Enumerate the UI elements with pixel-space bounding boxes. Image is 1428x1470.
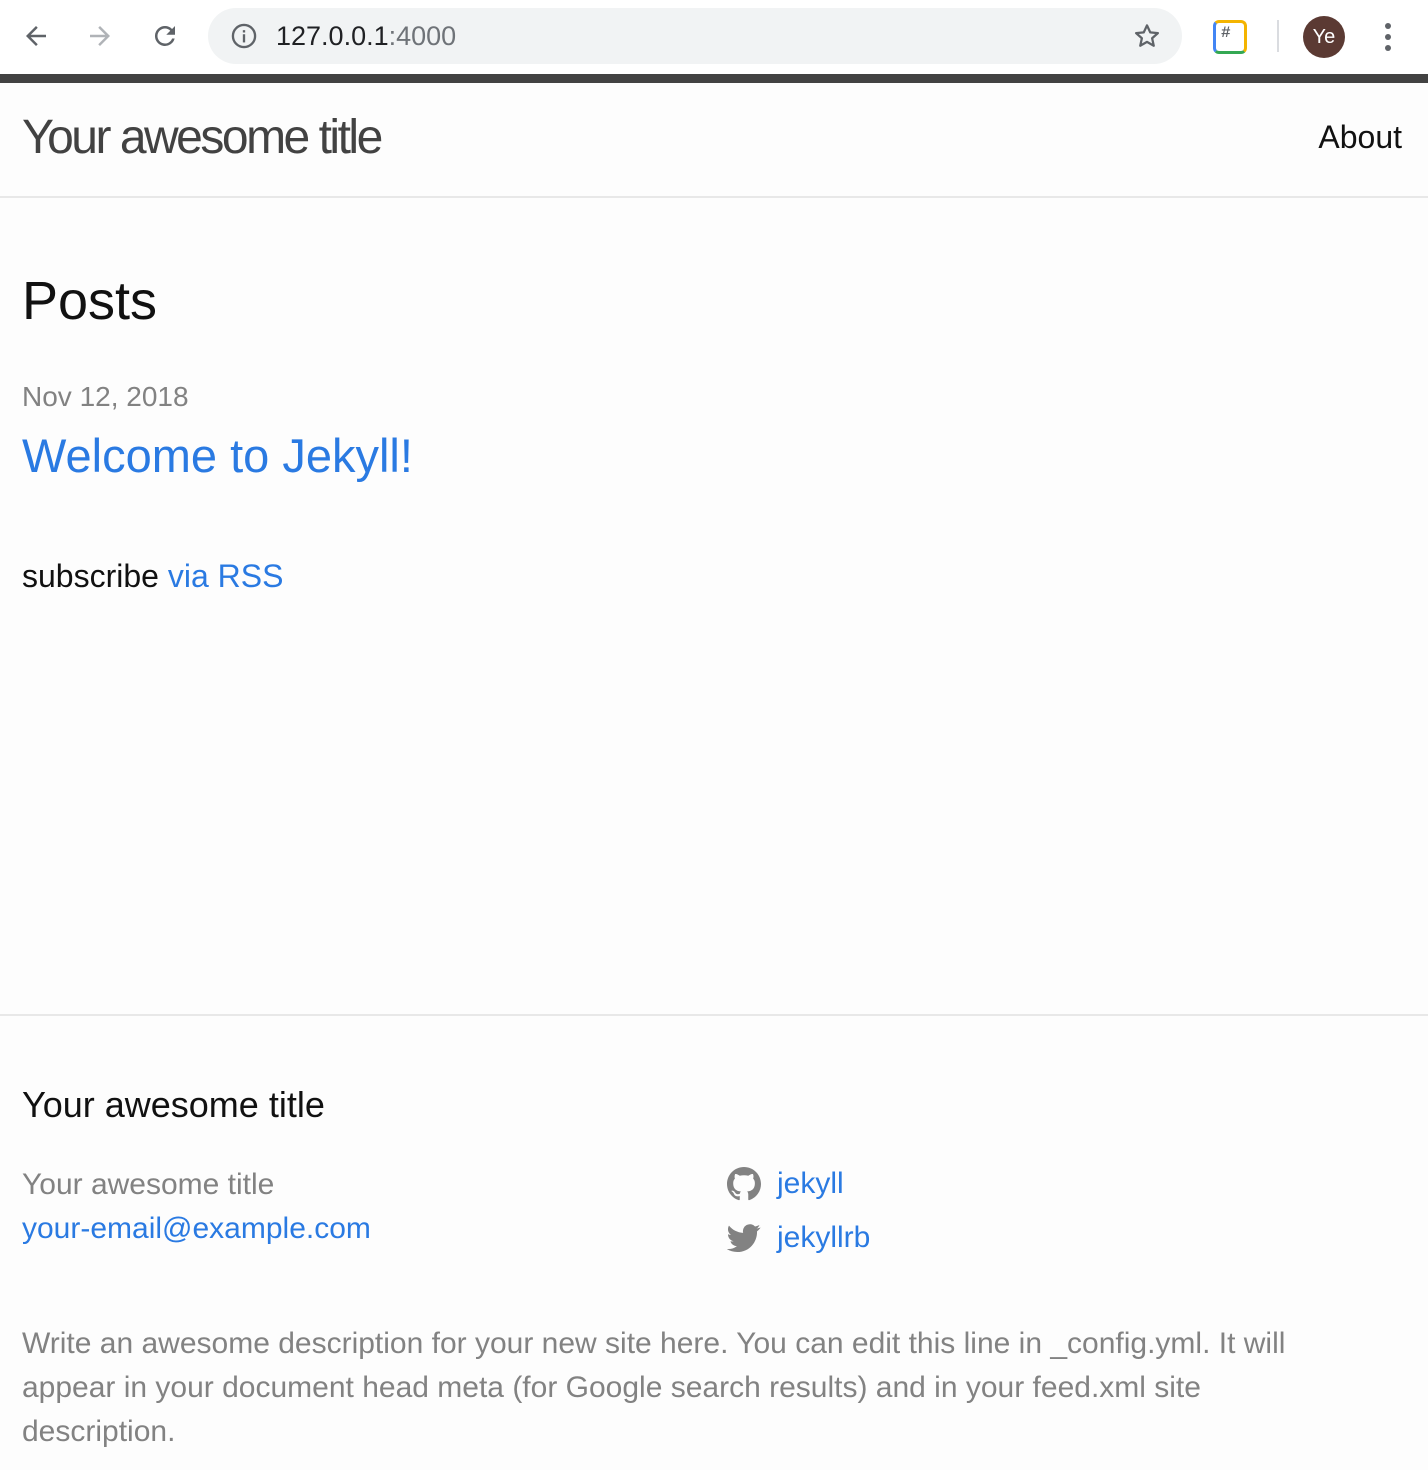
url-port: :4000 <box>388 21 457 51</box>
reload-icon <box>154 25 175 46</box>
twitter-icon <box>727 1224 761 1253</box>
nav-link-about[interactable]: About <box>1318 119 1402 156</box>
social-link-twitter[interactable]: jekyllrb <box>727 1218 870 1258</box>
site-description: Write an awesome description for your ne… <box>22 1327 1286 1448</box>
url-text[interactable]: 127.0.0.1:4000 <box>276 8 456 64</box>
url-host: 127.0.0.1 <box>276 21 389 51</box>
star-icon[interactable] <box>1132 21 1162 51</box>
site-footer: Your awesome title Your awesome title yo… <box>0 1014 1428 1470</box>
arrow-left-icon <box>26 26 46 46</box>
address-bar[interactable]: 127.0.0.1:4000 <box>208 8 1182 64</box>
arrow-right-icon <box>90 26 110 46</box>
rss-link[interactable]: via RSS <box>168 558 284 594</box>
info-icon[interactable] <box>230 22 258 50</box>
rss-subscribe: subscribe via RSS <box>22 558 283 595</box>
forward-button[interactable] <box>80 16 120 56</box>
rss-prefix: subscribe <box>22 558 159 594</box>
site-header: Your awesome title About <box>0 83 1428 198</box>
browser-menu-button[interactable] <box>1372 18 1404 56</box>
site-accent-bar <box>0 74 1428 83</box>
twitter-username: jekyllrb <box>777 1221 871 1254</box>
social-link-github[interactable]: jekyll <box>727 1164 844 1204</box>
browser-toolbar: 127.0.0.1:4000 # Ye <box>0 0 1428 74</box>
profile-avatar[interactable]: Ye <box>1303 16 1345 58</box>
post-date: Nov 12, 2018 <box>22 381 189 412</box>
kebab-menu-icon <box>1385 23 1391 51</box>
footer-heading: Your awesome title <box>22 1084 325 1125</box>
github-icon <box>727 1167 761 1201</box>
post-title-link[interactable]: Welcome to Jekyll! <box>22 428 413 483</box>
toolbar-divider <box>1277 20 1279 52</box>
extension-icon[interactable]: # <box>1213 20 1247 54</box>
posts-heading: Posts <box>22 271 158 331</box>
back-button[interactable] <box>16 16 56 56</box>
footer-email-link[interactable]: your-email@example.com <box>22 1212 371 1246</box>
github-username: jekyll <box>777 1167 844 1200</box>
reload-button[interactable] <box>145 16 185 56</box>
footer-site-name: Your awesome title <box>22 1168 275 1201</box>
site-title-link[interactable]: Your awesome title <box>22 110 383 165</box>
